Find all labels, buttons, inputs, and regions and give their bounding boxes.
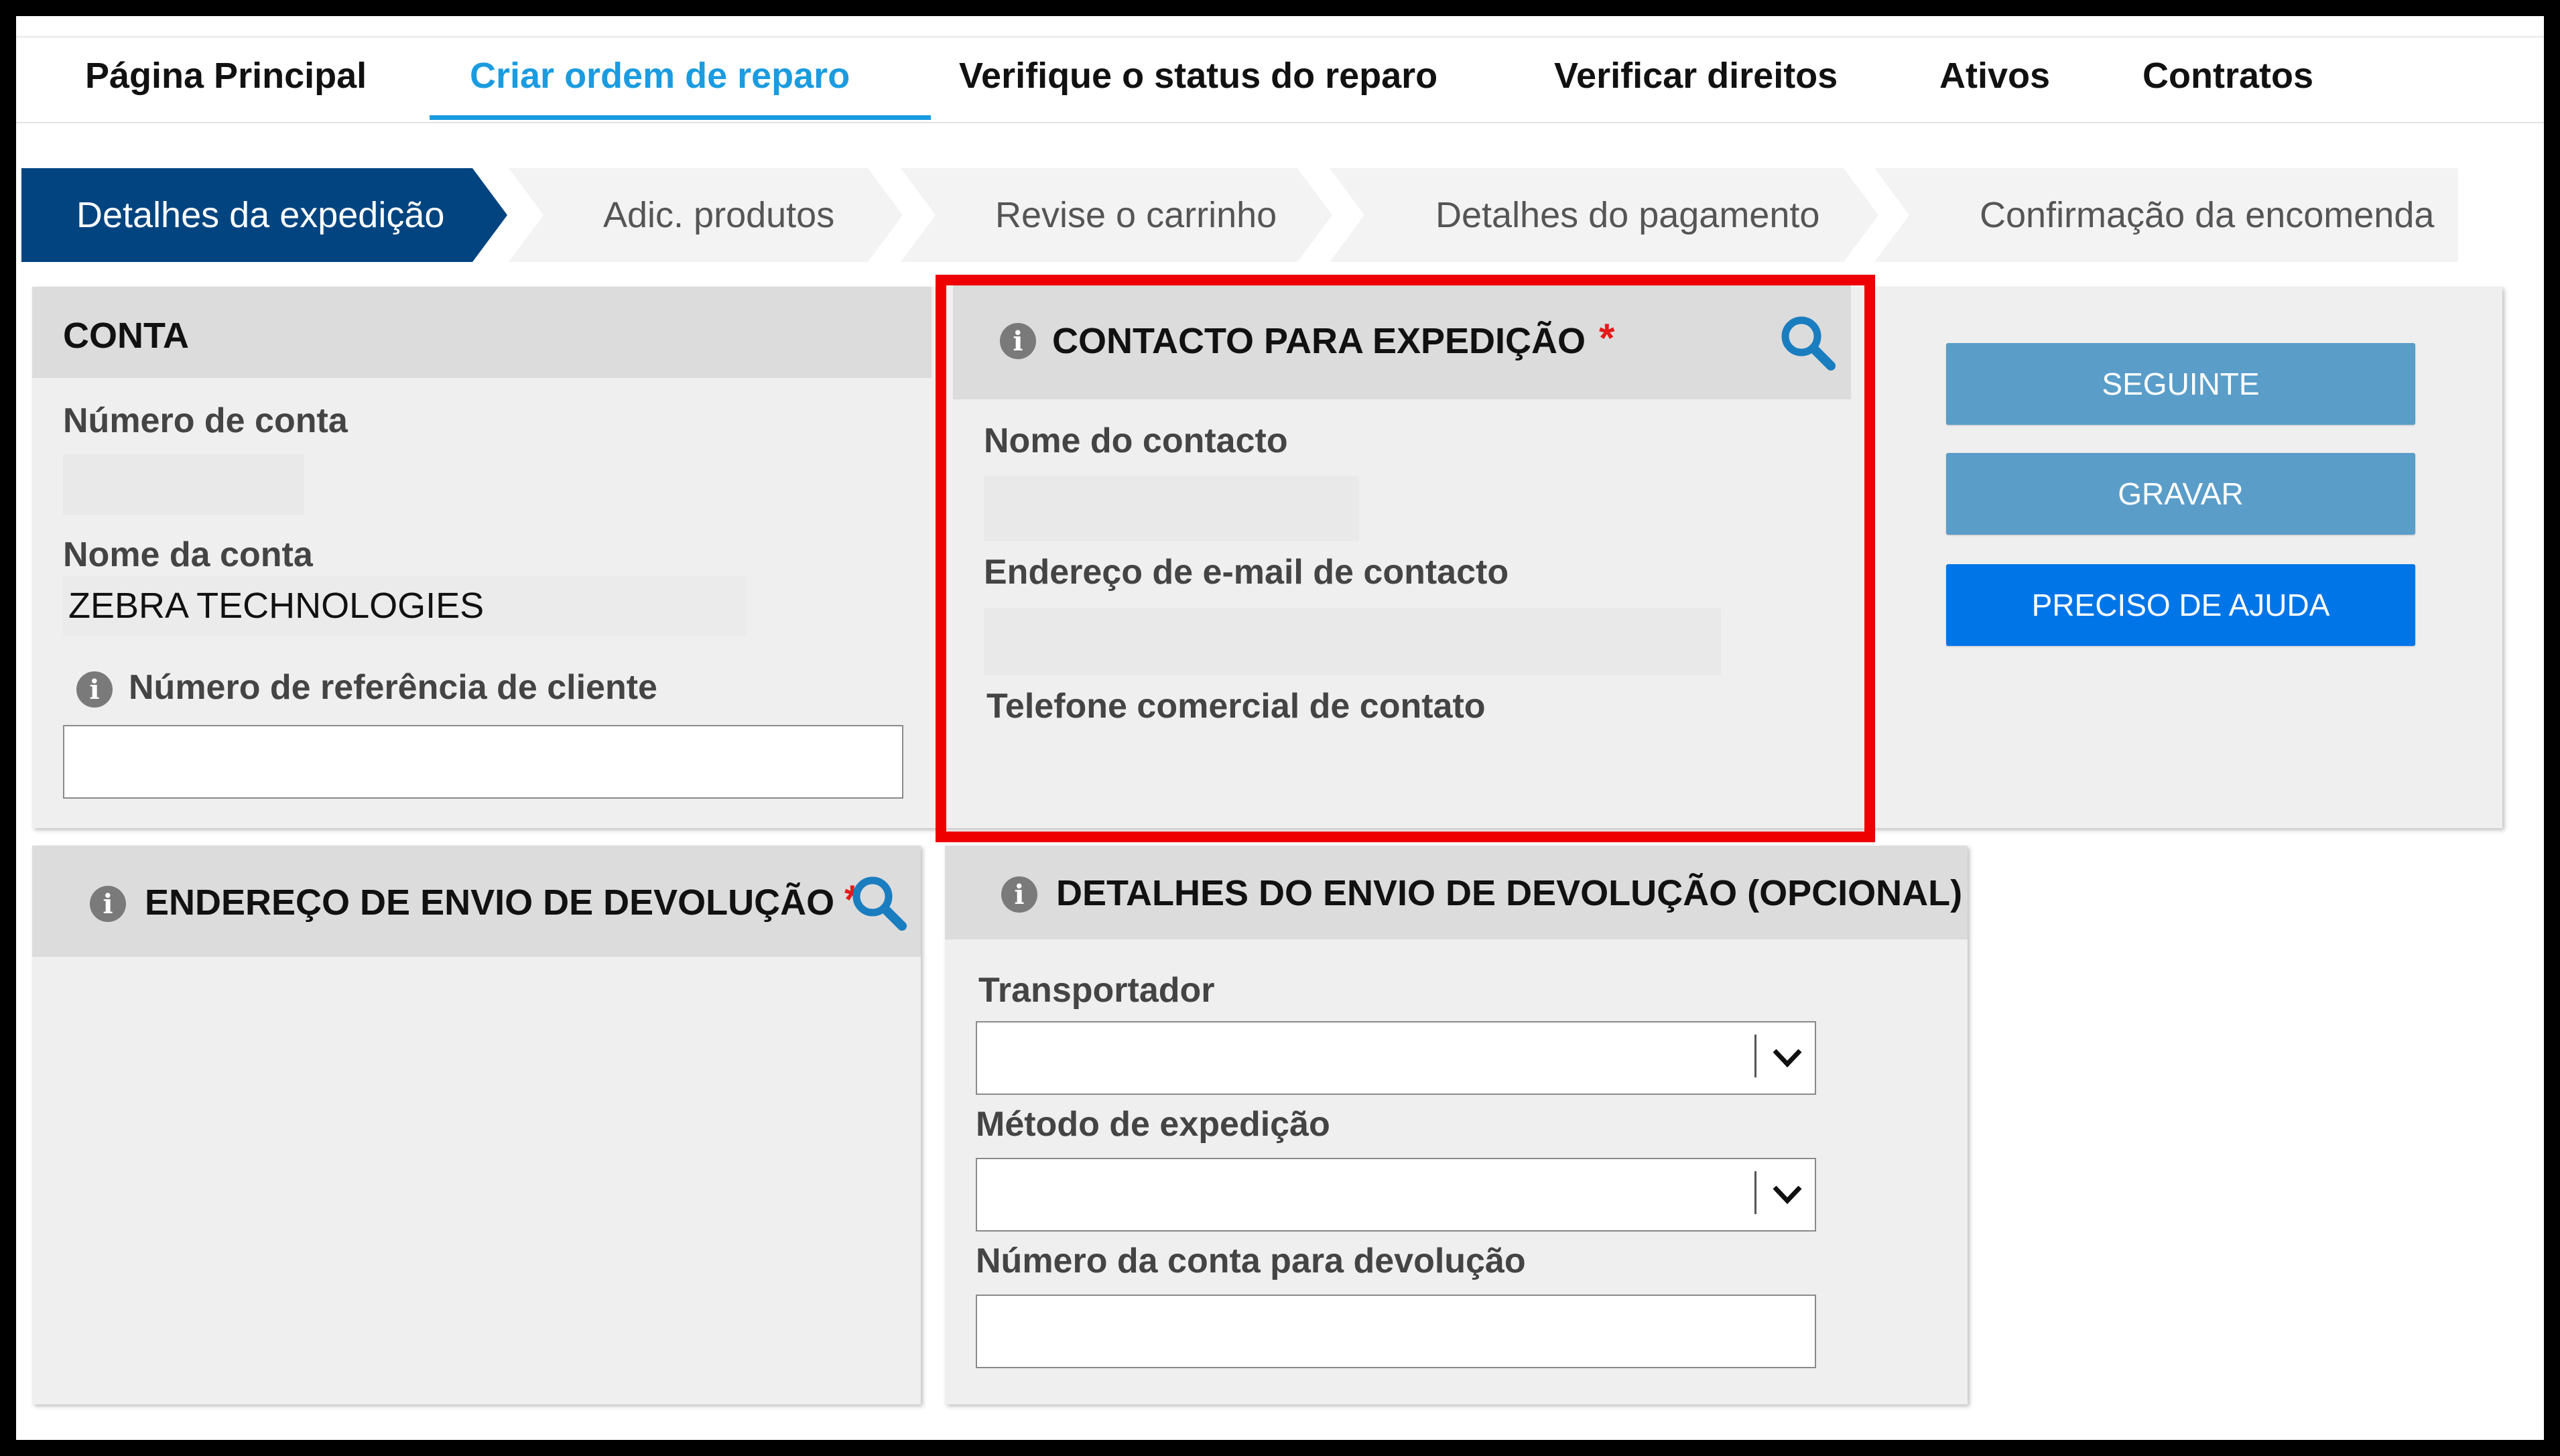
account-name-value: ZEBRA TECHNOLOGIES xyxy=(68,586,485,626)
carrier-label: Transportador xyxy=(978,971,1215,1010)
step-review-cart[interactable]: Revise o carrinho xyxy=(995,168,1277,262)
customer-reference-label: Número de referência de cliente xyxy=(129,668,657,707)
need-help-button[interactable]: PRECISO DE AJUDA xyxy=(1946,564,2415,646)
account-number-label: Número de conta xyxy=(63,401,348,440)
search-icon[interactable] xyxy=(848,872,909,933)
step-payment-details[interactable]: Detalhes do pagamento xyxy=(1435,168,1819,262)
contact-name-label: Nome do contacto xyxy=(984,421,1288,460)
save-button[interactable]: GRAVAR xyxy=(1946,453,2415,535)
account-number-value xyxy=(63,454,304,515)
contact-name-value xyxy=(984,476,1359,541)
required-asterisk: * xyxy=(1599,316,1615,360)
chevron-down-icon xyxy=(1773,1049,1802,1068)
return-account-number-input[interactable] xyxy=(976,1295,1816,1368)
customer-reference-input[interactable] xyxy=(63,725,903,799)
account-panel-header: CONTA xyxy=(32,287,932,378)
next-button[interactable]: SEGUINTE xyxy=(1946,343,2415,425)
step-order-confirmation[interactable]: Confirmação da encomenda xyxy=(1980,168,2434,262)
info-icon: i xyxy=(76,671,113,708)
carrier-select[interactable] xyxy=(976,1021,1816,1095)
search-icon[interactable] xyxy=(1777,312,1838,373)
page-frame: Página Principal Criar ordem de reparo V… xyxy=(16,16,2544,1440)
return-account-number-label: Número da conta para devolução xyxy=(976,1242,1526,1280)
info-icon: i xyxy=(1000,323,1036,359)
account-panel-title: CONTA xyxy=(63,316,189,356)
info-icon: i xyxy=(1001,876,1037,913)
return-details-panel: i DETALHES DO ENVIO DE DEVOLUÇÃO (OPCION… xyxy=(945,846,1968,1404)
select-divider xyxy=(1754,1035,1756,1077)
return-details-title: DETALHES DO ENVIO DE DEVOLUÇÃO (OPCIONAL… xyxy=(1056,873,1963,913)
info-icon: i xyxy=(90,886,126,922)
chevron-down-icon xyxy=(1773,1185,1802,1205)
shipping-contact-title: CONTACTO PARA EXPEDIÇÃO xyxy=(1052,321,1586,361)
shipping-method-label: Método de expedição xyxy=(976,1105,1330,1144)
contact-email-value xyxy=(984,608,1721,675)
return-address-panel: i ENDEREÇO DE ENVIO DE DEVOLUÇÃO * xyxy=(32,846,921,1404)
account-panel: CONTA Número de conta Nome da conta ZEBR… xyxy=(32,287,932,828)
account-name-label: Nome da conta xyxy=(63,535,313,574)
step-add-products[interactable]: Adic. produtos xyxy=(603,168,834,262)
contact-phone-label: Telefone comercial de contato xyxy=(986,687,1486,726)
return-address-title: ENDEREÇO DE ENVIO DE DEVOLUÇÃO xyxy=(145,882,835,923)
shipping-method-select[interactable] xyxy=(976,1158,1816,1232)
step-shipping-details[interactable]: Detalhes da expedição xyxy=(76,168,444,262)
select-divider xyxy=(1754,1171,1756,1214)
contact-email-label: Endereço de e-mail de contacto xyxy=(984,553,1509,592)
